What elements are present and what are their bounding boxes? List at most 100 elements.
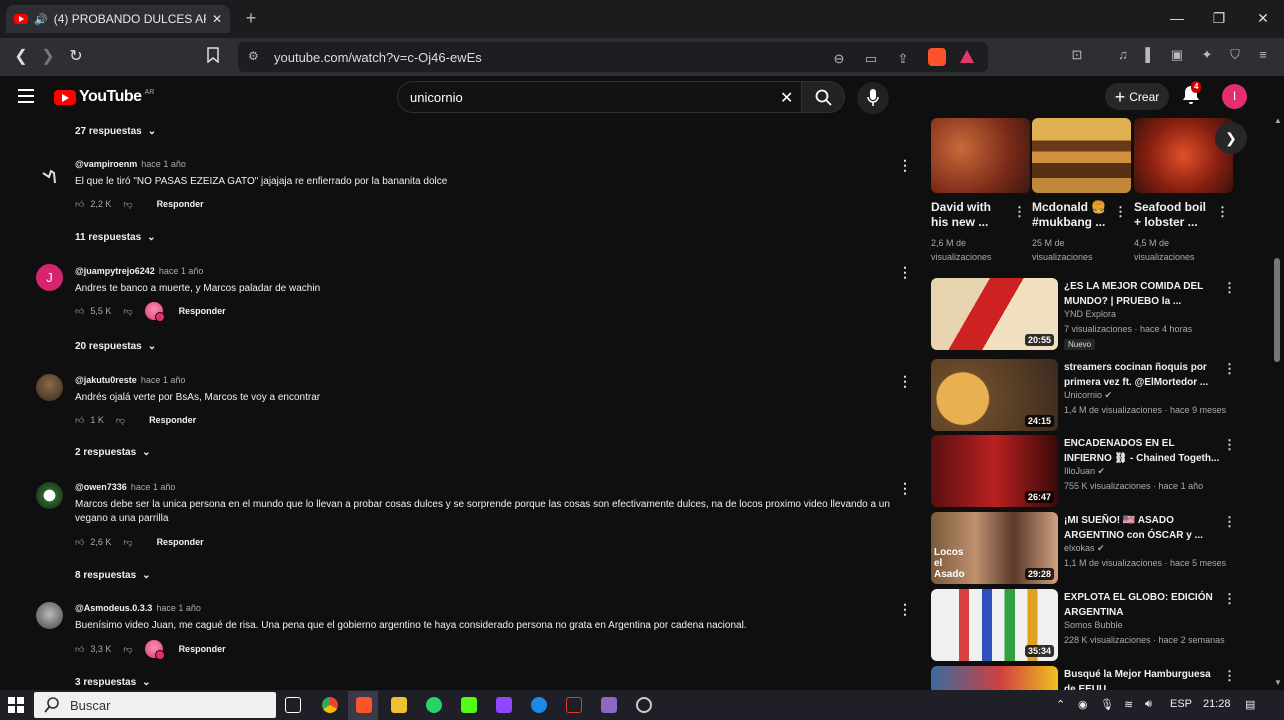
search-box[interactable]: unicornio ✕ xyxy=(397,81,807,113)
more-options-icon[interactable]: ⋮ xyxy=(1223,668,1236,684)
vpn-icon[interactable]: ⛉ xyxy=(1226,47,1244,63)
like-icon[interactable]: 👍︎ xyxy=(75,306,84,317)
whatsapp-icon[interactable] xyxy=(426,697,442,713)
microphone-icon[interactable]: 🎙︎ xyxy=(1100,698,1114,711)
dislike-icon[interactable]: 👎︎ xyxy=(123,537,132,548)
more-options-icon[interactable]: ⋮ xyxy=(898,264,912,280)
reply-button[interactable]: Responder xyxy=(179,644,226,654)
windows-start-icon[interactable] xyxy=(8,697,24,713)
like-icon[interactable]: 👍︎ xyxy=(75,537,84,548)
like-icon[interactable]: 👍︎ xyxy=(75,644,84,655)
dislike-icon[interactable]: 👎︎ xyxy=(123,199,132,210)
wallet-icon[interactable]: ▣ xyxy=(1168,47,1186,63)
comment-author[interactable]: @Asmodeus.0.3.3 xyxy=(75,603,152,613)
comment-author[interactable]: @owen7336 xyxy=(75,482,127,492)
user-avatar[interactable] xyxy=(36,161,63,188)
app-icon[interactable] xyxy=(566,697,582,713)
dislike-icon[interactable]: 👎︎ xyxy=(123,644,132,655)
video-title[interactable]: ¿ES LA MEJOR COMIDA DEL MUNDO? | PRUEBO … xyxy=(1064,279,1224,309)
taskbar-search-input[interactable]: Buscar xyxy=(70,698,110,713)
app-icon[interactable] xyxy=(601,697,617,713)
chrome-icon[interactable] xyxy=(322,697,338,713)
video-title[interactable]: EXPLOTA EL GLOBO: EDICIÓN ARGENTINA xyxy=(1064,590,1224,620)
video-thumbnail[interactable]: 24:15 xyxy=(931,359,1058,431)
browser-tab[interactable]: 🔊 (4) PROBANDO DULCES ARGE ✕ xyxy=(6,5,230,33)
short-thumbnail[interactable] xyxy=(931,118,1030,193)
user-avatar[interactable] xyxy=(36,374,63,401)
like-icon[interactable]: 👍︎ xyxy=(75,199,84,210)
address-bar[interactable]: ⚙ youtube.com/watch?v=c-Oj46-ewEs ⊖ ▭ ⇪ xyxy=(238,42,988,72)
related-video[interactable]: 26:47 ENCADENADOS EN EL INFIERNO ⛓ - Cha… xyxy=(931,435,1261,507)
brave-rewards-icon[interactable] xyxy=(960,50,974,63)
comment-time[interactable]: hace 1 año xyxy=(156,603,201,613)
comment-author[interactable]: @juampytrejo6242 xyxy=(75,266,155,276)
brave-shields-icon[interactable] xyxy=(928,48,946,66)
bookmark-icon[interactable] xyxy=(206,47,226,67)
new-tab-button[interactable]: + xyxy=(242,8,260,28)
channel-name-text[interactable]: elxokas xyxy=(1064,543,1095,553)
language-indicator[interactable]: ESP xyxy=(1170,698,1192,710)
reload-icon[interactable]: ↻ xyxy=(66,47,86,67)
close-window-button[interactable]: ✕ xyxy=(1248,8,1278,28)
more-options-icon[interactable]: ⋮ xyxy=(1223,280,1236,296)
page-scrollbar[interactable]: ▲ ▼ xyxy=(1272,116,1284,690)
replies-toggle[interactable]: 27 respuestas ⌄ xyxy=(75,126,156,137)
dislike-icon[interactable]: 👎︎ xyxy=(123,306,132,317)
comment-time[interactable]: hace 1 año xyxy=(141,159,186,169)
menu-icon[interactable]: ≡ xyxy=(1254,47,1272,63)
back-icon[interactable]: ❮ xyxy=(11,47,31,67)
user-avatar[interactable]: J xyxy=(36,264,63,291)
comment-time[interactable]: hace 1 año xyxy=(141,375,186,385)
obs-icon[interactable] xyxy=(636,697,652,713)
more-options-icon[interactable]: ⋮ xyxy=(898,480,912,496)
search-button[interactable] xyxy=(801,81,845,113)
reply-button[interactable]: Responder xyxy=(149,415,196,425)
hamburger-menu-icon[interactable] xyxy=(18,89,34,103)
file-explorer-icon[interactable] xyxy=(391,697,407,713)
comment-author[interactable]: @vampiroenm xyxy=(75,159,137,169)
url-text[interactable]: youtube.com/watch?v=c-Oj46-ewEs xyxy=(274,50,482,65)
like-icon[interactable]: 👍︎ xyxy=(75,415,84,426)
zoom-icon[interactable]: ⊖ xyxy=(830,51,848,67)
minimize-button[interactable]: — xyxy=(1162,8,1192,28)
channel-name[interactable]: Somos Bubble xyxy=(1064,620,1123,630)
task-view-icon[interactable] xyxy=(285,697,301,713)
short-title[interactable]: Seafood boil + lobster ... xyxy=(1134,200,1214,230)
short-title[interactable]: David with his new ... xyxy=(931,200,1011,230)
comment-author[interactable]: @jakutu0reste xyxy=(75,375,137,385)
more-options-icon[interactable]: ⋮ xyxy=(1013,204,1026,220)
dislike-icon[interactable]: 👎︎ xyxy=(116,415,125,426)
short-thumbnail[interactable] xyxy=(1032,118,1131,193)
channel-name-text[interactable]: IlloJuan xyxy=(1064,466,1095,476)
notification-center-icon[interactable]: ▤ xyxy=(1245,698,1255,711)
video-thumbnail[interactable]: Locos el Asado 29:28 xyxy=(931,512,1058,584)
wifi-icon[interactable]: ≋ xyxy=(1124,698,1133,711)
close-tab-icon[interactable]: ✕ xyxy=(212,12,222,26)
reply-button[interactable]: Responder xyxy=(157,199,204,209)
scrollbar-thumb[interactable] xyxy=(1274,258,1280,362)
related-video[interactable]: 35:34 EXPLOTA EL GLOBO: EDICIÓN ARGENTIN… xyxy=(931,589,1261,661)
replies-toggle[interactable]: 3 respuestas ⌄ xyxy=(75,677,151,688)
replies-toggle[interactable]: 8 respuestas ⌄ xyxy=(75,570,151,581)
video-title[interactable]: ENCADENADOS EN EL INFIERNO ⛓ - Chained T… xyxy=(1064,436,1224,466)
more-options-icon[interactable]: ⋮ xyxy=(1223,361,1236,377)
brave-icon[interactable] xyxy=(356,697,372,713)
youtube-logo[interactable]: YouTube AR xyxy=(54,88,154,106)
more-options-icon[interactable]: ⋮ xyxy=(898,157,912,173)
replies-toggle[interactable]: 2 respuestas ⌄ xyxy=(75,447,151,458)
more-options-icon[interactable]: ⋮ xyxy=(898,601,912,617)
comment-time[interactable]: hace 1 año xyxy=(159,266,204,276)
camera-icon[interactable]: ◉ xyxy=(1078,698,1088,711)
video-title[interactable]: Busqué la Mejor Hamburguesa de EEUU xyxy=(1064,667,1224,690)
more-options-icon[interactable]: ⋮ xyxy=(1216,204,1229,220)
video-thumbnail[interactable]: 35:34 xyxy=(931,589,1058,661)
related-video[interactable]: 24:15 streamers cocinan ñoquis por prime… xyxy=(931,359,1261,431)
leo-ai-icon[interactable]: ✦ xyxy=(1198,47,1216,63)
channel-name[interactable]: YND Explora xyxy=(1064,309,1116,319)
related-video[interactable]: Locos el Asado 29:28 ¡MI SUEÑO! 🇺🇸 ASADO… xyxy=(931,512,1261,584)
volume-icon[interactable]: 🔊︎ xyxy=(1145,698,1152,711)
video-thumbnail[interactable] xyxy=(931,666,1058,690)
share-icon[interactable]: ⇪ xyxy=(894,51,912,67)
more-options-icon[interactable]: ⋮ xyxy=(1114,204,1127,220)
cast-icon[interactable]: ▭ xyxy=(862,51,880,67)
